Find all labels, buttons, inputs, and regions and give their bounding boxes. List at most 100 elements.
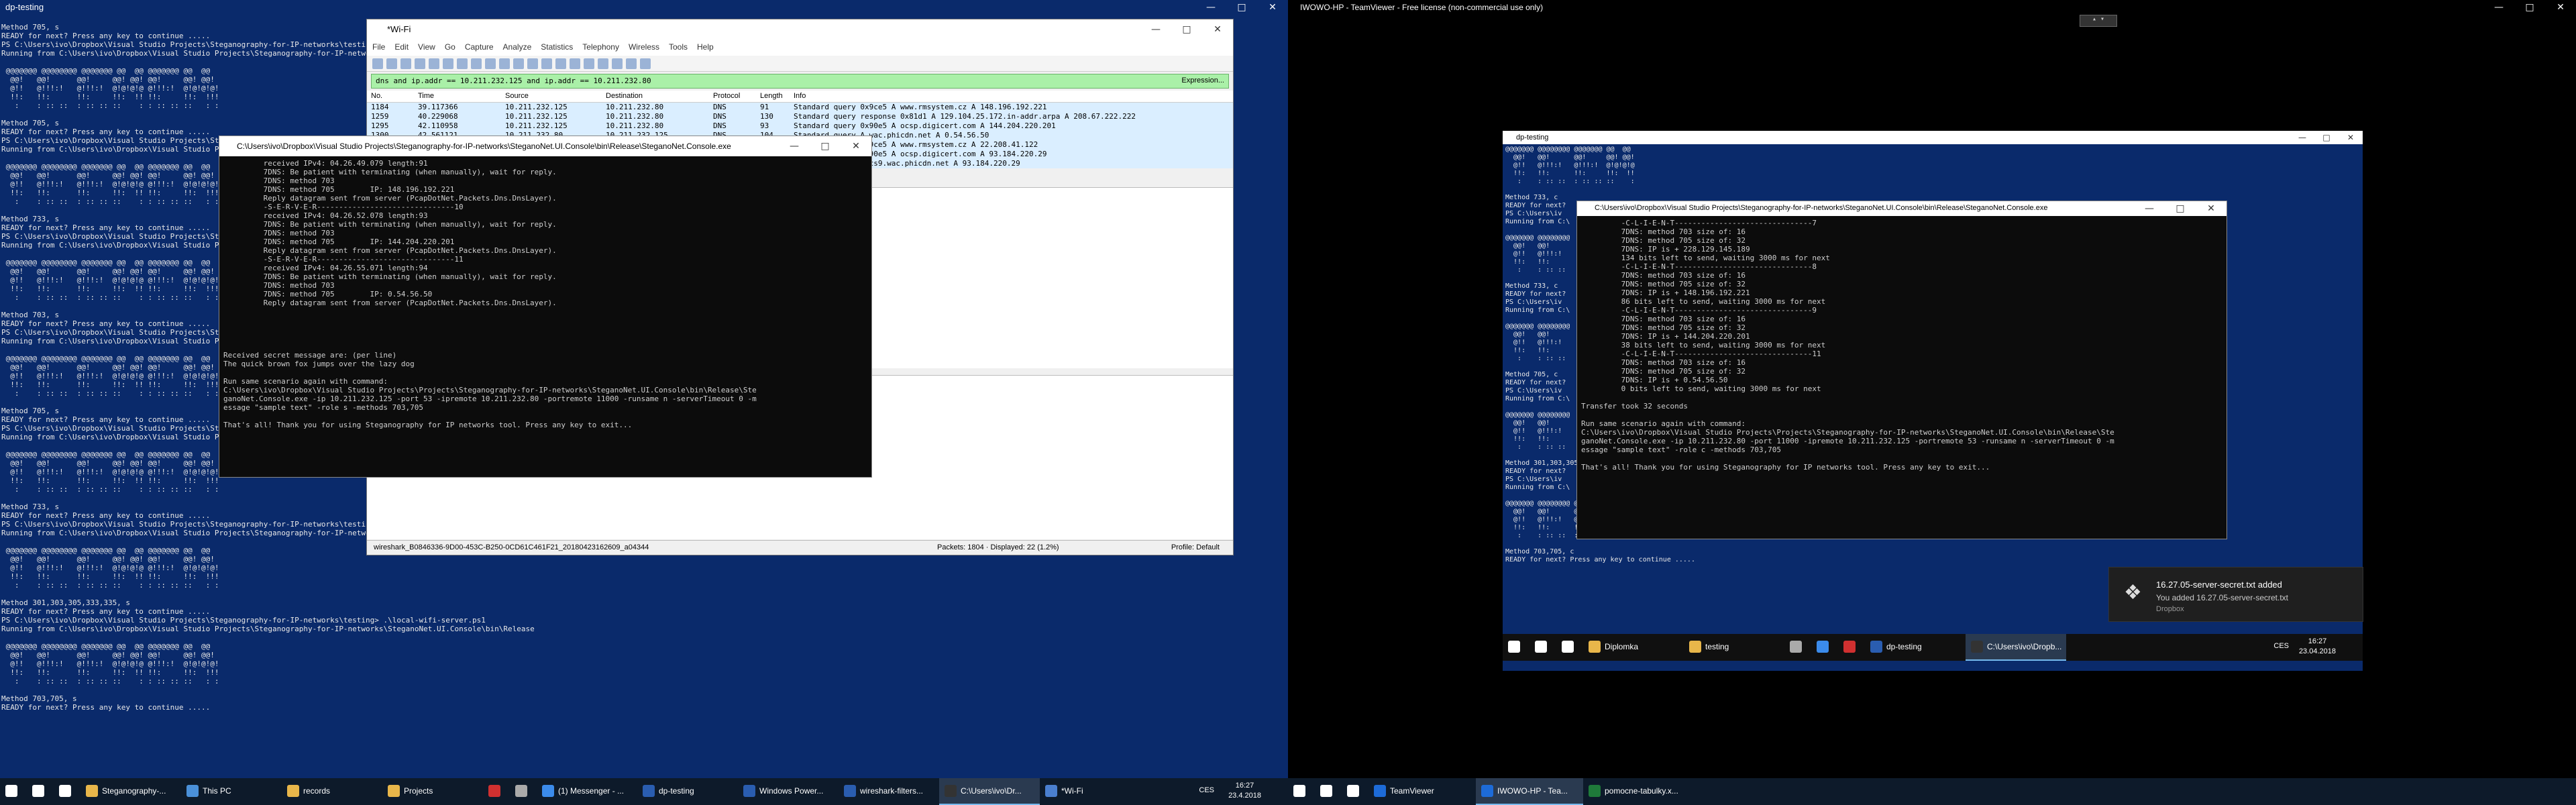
- close-icon[interactable]: ✕: [841, 136, 871, 156]
- start-button[interactable]: [0, 778, 27, 805]
- search-button[interactable]: [27, 778, 54, 805]
- close-icon[interactable]: ✕: [1257, 0, 1288, 15]
- packet-row[interactable]: 1259 40.229068 10.211.232.125 10.211.232.80…: [367, 112, 1233, 121]
- remote-taskbar-app2[interactable]: [1838, 634, 1865, 661]
- minimize-icon[interactable]: —: [2483, 0, 2514, 15]
- menu-item-file[interactable]: File: [372, 42, 385, 52]
- server-console-output[interactable]: received IPv4: 04.26.49.079 length:91 7D…: [219, 156, 871, 432]
- taskbar-app1[interactable]: [483, 778, 510, 805]
- maximize-icon[interactable]: □: [1171, 19, 1202, 40]
- column-header[interactable]: Destination: [606, 92, 713, 101]
- column-header[interactable]: Info: [794, 92, 1229, 101]
- minimize-icon[interactable]: —: [2134, 201, 2165, 216]
- remote-language-indicator[interactable]: CES: [2273, 642, 2289, 650]
- packet-row[interactable]: 1295 42.110958 10.211.232.125 10.211.232.80…: [367, 121, 1233, 131]
- search-button-right[interactable]: [1315, 778, 1342, 805]
- clock[interactable]: 16:27 23.4.2018: [1228, 781, 1261, 801]
- minimize-icon[interactable]: —: [779, 136, 810, 156]
- start-button-right[interactable]: [1288, 778, 1315, 805]
- column-header[interactable]: Time: [418, 92, 505, 101]
- language-indicator[interactable]: CES: [1199, 786, 1214, 794]
- resize-columns-icon[interactable]: [640, 58, 651, 69]
- remote-taskbar-app1[interactable]: [1784, 634, 1811, 661]
- remote-taskbar-console[interactable]: C:\Users\ivo\Dropb...: [1966, 634, 2066, 661]
- remote-start-button[interactable]: [1503, 634, 1529, 661]
- menu-item-wireless[interactable]: Wireless: [629, 42, 659, 52]
- colorize-icon[interactable]: [584, 58, 594, 69]
- profile-label[interactable]: Profile: Default: [1171, 543, 1220, 551]
- maximize-icon[interactable]: □: [2514, 0, 2545, 15]
- taskbar-dp-testing[interactable]: dp-testing: [637, 778, 738, 805]
- column-header[interactable]: Length: [760, 92, 794, 101]
- remote-taskbar-dp-testing[interactable]: dp-testing: [1865, 634, 1966, 661]
- client-console-output[interactable]: -C-L-I-E-N-T----------------------------…: [1577, 216, 2226, 474]
- teamviewer-panel-toggle[interactable]: ▴ ▾: [2080, 15, 2117, 27]
- taskbar-projects[interactable]: Projects: [382, 778, 483, 805]
- menu-item-statistics[interactable]: Statistics: [541, 42, 573, 52]
- packet-row[interactable]: 1184 39.117366 10.211.232.125 10.211.232.80…: [367, 103, 1233, 112]
- expression-button[interactable]: Expression...: [1181, 76, 1224, 85]
- first-icon[interactable]: [541, 58, 552, 69]
- reload-icon[interactable]: [471, 58, 482, 69]
- forward-icon[interactable]: [513, 58, 524, 69]
- menu-item-view[interactable]: View: [418, 42, 435, 52]
- display-filter-input[interactable]: dns and ip.addr == 10.211.232.125 and ip…: [371, 74, 1229, 89]
- taskbar-powershell[interactable]: Windows Power...: [738, 778, 839, 805]
- maximize-icon[interactable]: □: [2314, 131, 2339, 144]
- maximize-icon[interactable]: □: [810, 136, 841, 156]
- minimize-icon[interactable]: —: [1195, 0, 1226, 15]
- remote-taskbar-testing[interactable]: testing: [1684, 634, 1784, 661]
- menu-item-capture[interactable]: Capture: [465, 42, 494, 52]
- column-header[interactable]: Protocol: [713, 92, 760, 101]
- zoom-reset-icon[interactable]: [626, 58, 637, 69]
- taskbar-wireshark-filters[interactable]: wireshark-filters...: [839, 778, 939, 805]
- taskbar-console[interactable]: C:\Users\ivo\Dr...: [939, 778, 1040, 805]
- menu-item-help[interactable]: Help: [697, 42, 714, 52]
- maximize-icon[interactable]: □: [2165, 201, 2196, 216]
- column-header[interactable]: Source: [505, 92, 606, 101]
- back-icon[interactable]: [499, 58, 510, 69]
- taskbar-thispc[interactable]: This PC: [181, 778, 282, 805]
- menu-item-edit[interactable]: Edit: [394, 42, 409, 52]
- find-icon[interactable]: [485, 58, 496, 69]
- taskview-button-right[interactable]: [1342, 778, 1368, 805]
- menu-item-go[interactable]: Go: [445, 42, 455, 52]
- shark-fin-icon[interactable]: [372, 58, 383, 69]
- zoom-out-icon[interactable]: [612, 58, 623, 69]
- taskbar-teamviewer[interactable]: TeamViewer: [1368, 778, 1476, 805]
- autoscroll-icon[interactable]: [570, 58, 580, 69]
- minimize-icon[interactable]: —: [2290, 131, 2314, 144]
- taskbar-steganography[interactable]: Steganography-...: [80, 778, 181, 805]
- restart-icon[interactable]: [400, 58, 411, 69]
- remote-clock[interactable]: 16:27 23.04.2018: [2299, 637, 2336, 657]
- column-header[interactable]: No.: [371, 92, 418, 101]
- maximize-icon[interactable]: □: [1226, 0, 1257, 15]
- taskbar-app2[interactable]: [510, 778, 537, 805]
- taskbar-excel[interactable]: pomocne-tabulky.x...: [1583, 778, 1690, 805]
- close-icon[interactable]: ✕: [2545, 0, 2576, 15]
- last-icon[interactable]: [555, 58, 566, 69]
- options-icon[interactable]: [415, 58, 425, 69]
- remote-taskbar-diplomka[interactable]: Diplomka: [1583, 634, 1684, 661]
- taskbar-messenger[interactable]: (1) Messenger - ...: [537, 778, 637, 805]
- goto-icon[interactable]: [527, 58, 538, 69]
- remote-search-button[interactable]: [1529, 634, 1556, 661]
- taskbar-wifi[interactable]: *Wi-Fi: [1040, 778, 1140, 805]
- save-icon[interactable]: [443, 58, 453, 69]
- menu-item-analyze[interactable]: Analyze: [503, 42, 532, 52]
- close-file-icon[interactable]: [457, 58, 468, 69]
- remote-taskbar-chrome[interactable]: [1811, 634, 1838, 661]
- close-icon[interactable]: ✕: [1202, 19, 1233, 40]
- taskview-button[interactable]: [54, 778, 80, 805]
- close-icon[interactable]: ✕: [2196, 201, 2226, 216]
- taskbar-records[interactable]: records: [282, 778, 382, 805]
- taskbar-teamviewer-session[interactable]: IWOWO-HP - Tea...: [1476, 778, 1583, 805]
- stop-icon[interactable]: [386, 58, 397, 69]
- zoom-in-icon[interactable]: [598, 58, 608, 69]
- open-icon[interactable]: [429, 58, 439, 69]
- menu-item-telephony[interactable]: Telephony: [582, 42, 619, 52]
- minimize-icon[interactable]: —: [1140, 19, 1171, 40]
- menu-item-tools[interactable]: Tools: [669, 42, 688, 52]
- dropbox-notification[interactable]: ❖ 16.27.05-server-secret.txt added You a…: [2108, 567, 2363, 622]
- close-icon[interactable]: ✕: [2339, 131, 2363, 144]
